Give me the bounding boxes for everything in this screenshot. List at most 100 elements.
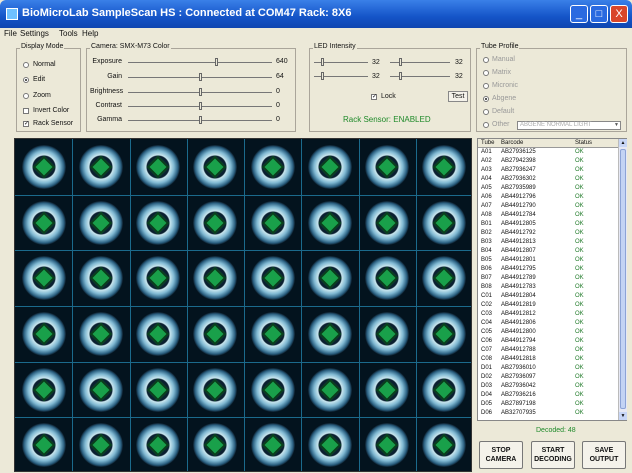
table-row[interactable]: D05 AB27897198 OK	[478, 401, 618, 409]
table-row[interactable]: B03 AB44912813 OK	[478, 239, 618, 247]
tube-well[interactable]	[21, 200, 66, 245]
table-row[interactable]: B05 AB44912801 OK	[478, 257, 618, 265]
table-scrollbar[interactable]: ▲ ▼	[618, 139, 627, 420]
tube-well[interactable]	[21, 144, 66, 189]
maximize-button[interactable]: □	[590, 5, 608, 23]
tube-well[interactable]	[78, 311, 123, 356]
table-row[interactable]: D02 AB27936097 OK	[478, 374, 618, 382]
tube-well[interactable]	[193, 144, 238, 189]
tube-well[interactable]	[250, 200, 295, 245]
tube-well[interactable]	[136, 367, 181, 412]
radio-zoom[interactable]	[23, 93, 29, 99]
rack-sensor-checkbox[interactable]: ✓	[23, 121, 29, 127]
table-row[interactable]: C03 AB44912812 OK	[478, 311, 618, 319]
table-row[interactable]: D01 AB27936010 OK	[478, 365, 618, 373]
tube-well[interactable]	[307, 200, 352, 245]
tube-well[interactable]	[422, 367, 467, 412]
tube-well[interactable]	[21, 311, 66, 356]
tube-well[interactable]	[193, 367, 238, 412]
close-button[interactable]: X	[610, 5, 628, 23]
tube-well[interactable]	[422, 200, 467, 245]
table-row[interactable]: C02 AB44912819 OK	[478, 302, 618, 310]
tube-well[interactable]	[250, 144, 295, 189]
save-output-button[interactable]: SAVE OUTPUT	[582, 441, 626, 469]
radio-edit[interactable]	[23, 77, 29, 83]
table-row[interactable]: A04 AB27936302 OK	[478, 176, 618, 184]
table-row[interactable]: A07 AB44912790 OK	[478, 203, 618, 211]
camera-control-thumb[interactable]	[199, 88, 203, 96]
tube-well[interactable]	[250, 256, 295, 301]
title-bar[interactable]: BioMicroLab SampleScan HS : Connected at…	[0, 0, 632, 28]
table-row[interactable]: D06 AB32707935 OK	[478, 410, 618, 418]
table-row[interactable]: A02 AB27942398 OK	[478, 158, 618, 166]
tube-well[interactable]	[21, 256, 66, 301]
camera-control-slider[interactable]	[128, 62, 272, 63]
tube-well[interactable]	[21, 423, 66, 468]
table-row[interactable]: B06 AB44912795 OK	[478, 266, 618, 274]
camera-control-thumb[interactable]	[199, 116, 203, 124]
table-row[interactable]: A08 AB44912784 OK	[478, 212, 618, 220]
test-button[interactable]: Test	[448, 91, 468, 102]
table-row[interactable]: C05 AB44912800 OK	[478, 329, 618, 337]
tube-well[interactable]	[136, 256, 181, 301]
led-slider-1-thumb[interactable]	[321, 58, 324, 66]
camera-control-thumb[interactable]	[199, 102, 203, 110]
tube-well[interactable]	[307, 256, 352, 301]
table-row[interactable]: B07 AB44912789 OK	[478, 275, 618, 283]
col-tube[interactable]: Tube	[481, 140, 494, 146]
radio-micronic[interactable]	[483, 83, 489, 89]
radio-default[interactable]	[483, 109, 489, 115]
tube-well[interactable]	[193, 256, 238, 301]
tube-well[interactable]	[78, 200, 123, 245]
camera-view[interactable]	[14, 138, 472, 472]
tube-well[interactable]	[422, 256, 467, 301]
tube-well[interactable]	[422, 423, 467, 468]
camera-control-thumb[interactable]	[199, 73, 203, 81]
table-row[interactable]: C08 AB44912818 OK	[478, 356, 618, 364]
table-row[interactable]: C04 AB44912806 OK	[478, 320, 618, 328]
tube-well[interactable]	[365, 200, 410, 245]
led-slider-4-thumb[interactable]	[399, 72, 402, 80]
led-slider-3-thumb[interactable]	[321, 72, 324, 80]
scroll-down-icon[interactable]: ▼	[619, 412, 627, 420]
col-barcode[interactable]: Barcode	[501, 140, 523, 146]
tube-well[interactable]	[136, 144, 181, 189]
table-row[interactable]: D04 AB27936216 OK	[478, 392, 618, 400]
stop-camera-button[interactable]: STOP CAMERA	[479, 441, 523, 469]
menu-settings[interactable]: Settings	[20, 29, 49, 38]
tube-well[interactable]	[365, 367, 410, 412]
tube-well[interactable]	[78, 423, 123, 468]
tube-well[interactable]	[307, 367, 352, 412]
tube-well[interactable]	[136, 200, 181, 245]
tube-well[interactable]	[193, 423, 238, 468]
tube-well[interactable]	[78, 256, 123, 301]
menu-tools[interactable]: Tools	[59, 29, 78, 38]
table-row[interactable]: A05 AB27935989 OK	[478, 185, 618, 193]
tube-well[interactable]	[307, 311, 352, 356]
tube-well[interactable]	[250, 423, 295, 468]
table-row[interactable]: A01 AB27936125 OK	[478, 149, 618, 157]
scroll-thumb[interactable]	[620, 149, 626, 409]
table-row[interactable]: C06 AB44912794 OK	[478, 338, 618, 346]
led-slider-2-thumb[interactable]	[399, 58, 402, 66]
start-decoding-button[interactable]: START DECODING	[531, 441, 575, 469]
tube-well[interactable]	[136, 311, 181, 356]
tube-profile-select[interactable]: ABGENE NORMAL LIGHT	[517, 121, 621, 130]
menu-file[interactable]: File	[4, 29, 17, 38]
tube-well[interactable]	[21, 367, 66, 412]
tube-well[interactable]	[250, 311, 295, 356]
tube-well[interactable]	[365, 144, 410, 189]
table-row[interactable]: C07 AB44912788 OK	[478, 347, 618, 355]
tube-well[interactable]	[193, 311, 238, 356]
radio-matrix[interactable]	[483, 70, 489, 76]
table-row[interactable]: B02 AB44912792 OK	[478, 230, 618, 238]
camera-control-thumb[interactable]	[215, 58, 219, 66]
tube-well[interactable]	[136, 423, 181, 468]
scroll-up-icon[interactable]: ▲	[619, 139, 627, 147]
lock-checkbox[interactable]: ✓	[371, 94, 377, 100]
table-row[interactable]: B08 AB44912783 OK	[478, 284, 618, 292]
radio-other[interactable]	[483, 122, 489, 128]
tube-well[interactable]	[365, 256, 410, 301]
radio-manual[interactable]	[483, 57, 489, 63]
tube-well[interactable]	[422, 311, 467, 356]
